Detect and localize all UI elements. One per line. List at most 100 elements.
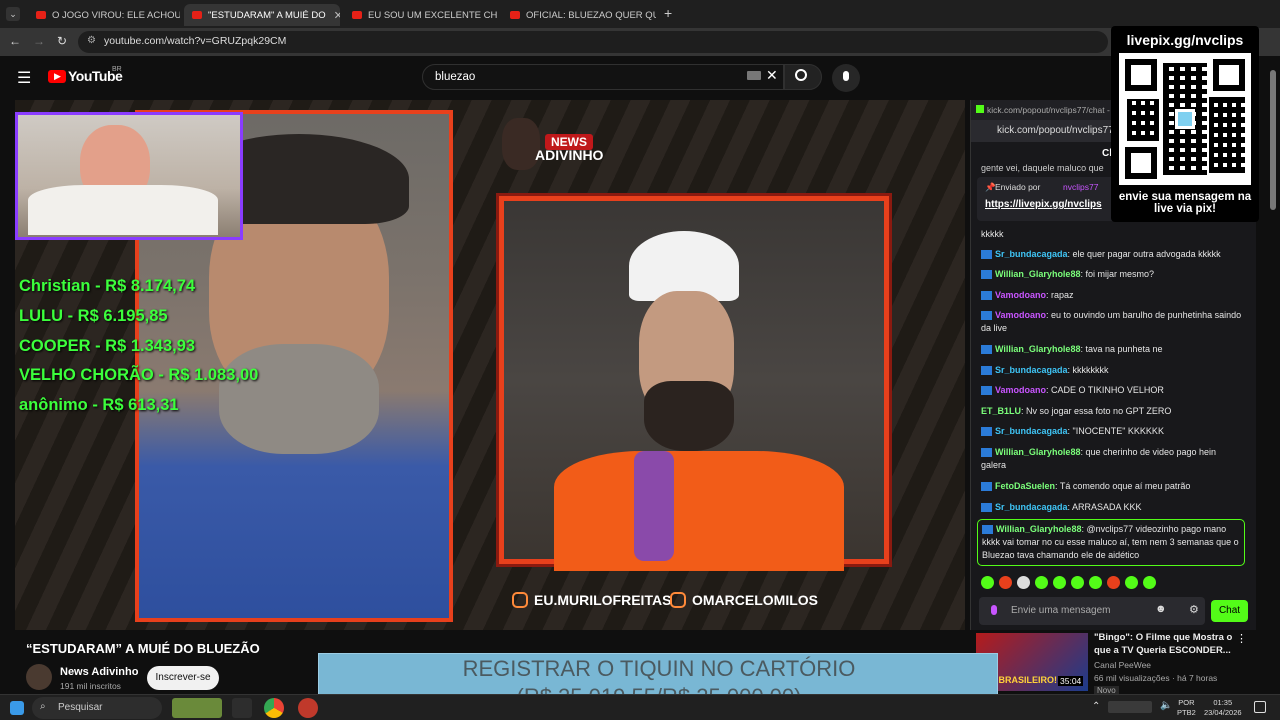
tab-3[interactable]: EU SOU UM EXCELENTE CHEFE✕ — [344, 4, 498, 26]
close-tab-icon[interactable]: ✕ — [326, 9, 340, 22]
chat-message-highlighted: Willian_Glaryhole88: @nvclips77 videozin… — [977, 519, 1245, 566]
chrome-icon[interactable] — [264, 698, 284, 718]
clear-search-icon[interactable]: ✕ — [766, 67, 778, 84]
mic-icon[interactable] — [991, 605, 997, 615]
recommendation-title-line[interactable]: "Bingo": O Filme que Mostra o — [1094, 632, 1232, 643]
notifications-icon[interactable] — [1254, 701, 1266, 713]
search-button[interactable] — [784, 64, 822, 90]
tab-title: OFICIAL: BLUEZAO QUER QUE — [526, 9, 656, 21]
chat-username[interactable]: Sr_bundacagada — [995, 249, 1068, 259]
chat-username[interactable]: ET_B1LU — [981, 406, 1021, 416]
chat-username[interactable]: Vamodoano — [995, 385, 1046, 395]
emote-icon[interactable] — [1089, 576, 1102, 589]
url-text: youtube.com/watch?v=GRUZpqk29CM — [104, 35, 287, 47]
taskbar-search[interactable]: ⌕ Pesquisar — [32, 697, 162, 719]
cta-line: live via pix! — [1153, 203, 1216, 215]
youtube-favicon-icon — [36, 11, 46, 19]
tab-search-icon[interactable]: ⌄ — [6, 7, 20, 21]
livepix-qr-overlay: livepix.gg/nvclips envie sua mensagem na… — [1111, 26, 1259, 222]
keyboard-icon[interactable] — [747, 71, 761, 80]
chat-username[interactable]: FetoDaSuelen — [995, 481, 1055, 491]
video-title: “ESTUDARAM” A MUIÉ DO BLUEZÃO — [26, 641, 260, 656]
message-text: : ele quer pagar outra advogada kkkkk — [1067, 249, 1221, 259]
banner-line: REGISTRAR O TIQUIN NO CARTÓRIO — [462, 656, 856, 681]
chat-username[interactable]: Willian_Glaryhole88 — [996, 524, 1081, 534]
recommendation-channel[interactable]: Canal PeeWee — [1094, 660, 1151, 670]
task-view-icon[interactable] — [232, 698, 252, 718]
search-icon — [795, 69, 807, 81]
emote-icon[interactable] — [1053, 576, 1066, 589]
chat-message: Willian_Glaryhole88: tava na punheta ne — [981, 343, 1243, 356]
taskbar-widget-icon[interactable] — [172, 698, 222, 718]
chat-username[interactable]: Vamodoano — [995, 290, 1046, 300]
tray-chevron-icon[interactable]: ⌃ — [1092, 701, 1100, 712]
input-language[interactable]: POR PTB2 — [1177, 698, 1196, 718]
youtube-logo-icon[interactable]: ▶ — [48, 70, 66, 83]
donor-2: LULU - R$ 6.195,85 — [19, 307, 168, 325]
emote-icon[interactable] — [1035, 576, 1048, 589]
chat-username[interactable]: Sr_bundacagada — [995, 426, 1068, 436]
settings-gear-icon[interactable]: ⚙ — [1189, 603, 1199, 616]
donor-5: anônimo - R$ 613,31 — [19, 396, 179, 414]
clock[interactable]: 01:35 23/04/2026 — [1204, 698, 1242, 718]
voice-search-button[interactable] — [832, 64, 860, 92]
handle-text: OMARCELOMILOS — [692, 592, 818, 608]
video-duration: 35:04 — [1058, 676, 1084, 686]
tray-icons[interactable] — [1108, 701, 1152, 713]
chat-username[interactable]: Willian_Glaryhole88 — [995, 344, 1080, 354]
search-icon: ⌕ — [40, 701, 46, 712]
instagram-handle-right: OMARCELOMILOS — [670, 592, 818, 608]
emote-icon[interactable] — [1107, 576, 1120, 589]
chat-username[interactable]: Willian_Glaryhole88 — [995, 269, 1080, 279]
message-text: kkkkk — [981, 229, 1004, 239]
video-player[interactable]: Christian - R$ 8.174,74 LULU - R$ 6.195,… — [15, 100, 965, 630]
emote-icon[interactable] — [1125, 576, 1138, 589]
pinned-link[interactable]: https://livepix.gg/nvclips — [985, 199, 1102, 210]
emote-icon[interactable] — [1143, 576, 1156, 589]
message-text: : Nv so jogar essa foto no GPT ZERO — [1021, 406, 1172, 416]
emote-icon[interactable] — [1071, 576, 1084, 589]
chat-message-input[interactable]: Envie uma mensagem ☻ — [979, 597, 1205, 625]
channel-avatar[interactable] — [26, 664, 52, 690]
chat-username[interactable]: Willian_Glaryhole88 — [995, 447, 1080, 457]
emoji-icon[interactable]: ☻ — [1155, 603, 1167, 615]
tab-2[interactable]: "ESTUDARAM" A MUIÉ DO ✕ — [184, 4, 340, 26]
menu-icon[interactable]: ☰ — [17, 68, 31, 88]
emote-icon[interactable] — [1017, 576, 1030, 589]
more-options-icon[interactable]: ⋮ — [1236, 632, 1247, 645]
windows-start-icon[interactable] — [10, 701, 24, 715]
chat-input-placeholder: Envie uma mensagem — [1011, 605, 1111, 616]
donor-3: COOPER - R$ 1.343,93 — [19, 337, 196, 355]
channel-name[interactable]: News Adivinho — [60, 666, 138, 678]
chat-username[interactable]: Sr_bundacagada — [995, 365, 1068, 375]
recommendation-title-line[interactable]: que a TV Queria ESCONDER... — [1094, 645, 1231, 656]
youtube-favicon-icon — [192, 11, 202, 19]
instagram-icon — [512, 592, 528, 608]
chat-username[interactable]: Vamodoano — [995, 310, 1046, 320]
reload-icon[interactable]: ↻ — [57, 34, 67, 48]
search-input[interactable]: bluezao ✕ — [422, 64, 784, 90]
tab-4[interactable]: OFICIAL: BLUEZAO QUER QUE✕ — [502, 4, 656, 26]
chat-send-button[interactable]: Chat — [1211, 600, 1248, 622]
tab-1[interactable]: O JOGO VIROU: ELE ACHOU QU✕ — [28, 4, 180, 26]
page-scrollbar[interactable] — [1270, 70, 1276, 210]
volume-icon[interactable]: 🔈 — [1160, 700, 1172, 711]
qr-modules — [1209, 97, 1245, 173]
chat-username[interactable]: Sr_bundacagada — [995, 502, 1068, 512]
message-text: : Tá comendo oque aí meu patrão — [1055, 481, 1191, 491]
url-bar[interactable]: ⚙ youtube.com/watch?v=GRUZpqk29CM — [78, 31, 1108, 53]
new-tab-icon[interactable]: + — [664, 5, 672, 21]
emote-icon[interactable] — [981, 576, 994, 589]
subscribe-button[interactable]: Inscrever-se — [147, 666, 219, 690]
sent-by-user[interactable]: nvclips77 — [1063, 182, 1098, 192]
forward-icon[interactable]: → — [33, 34, 45, 48]
site-info-icon[interactable]: ⚙ — [87, 35, 96, 46]
instagram-handle-left: EU.MURILOFREITAS — [512, 592, 671, 608]
back-icon[interactable]: ← — [9, 34, 21, 48]
search-value: bluezao — [435, 71, 476, 83]
youtube-favicon-icon — [510, 11, 520, 19]
emote-icon[interactable] — [999, 576, 1012, 589]
obs-icon[interactable] — [298, 698, 318, 718]
message-text: : rapaz — [1046, 290, 1074, 300]
tab-title: O JOGO VIROU: ELE ACHOU QU — [52, 9, 180, 21]
